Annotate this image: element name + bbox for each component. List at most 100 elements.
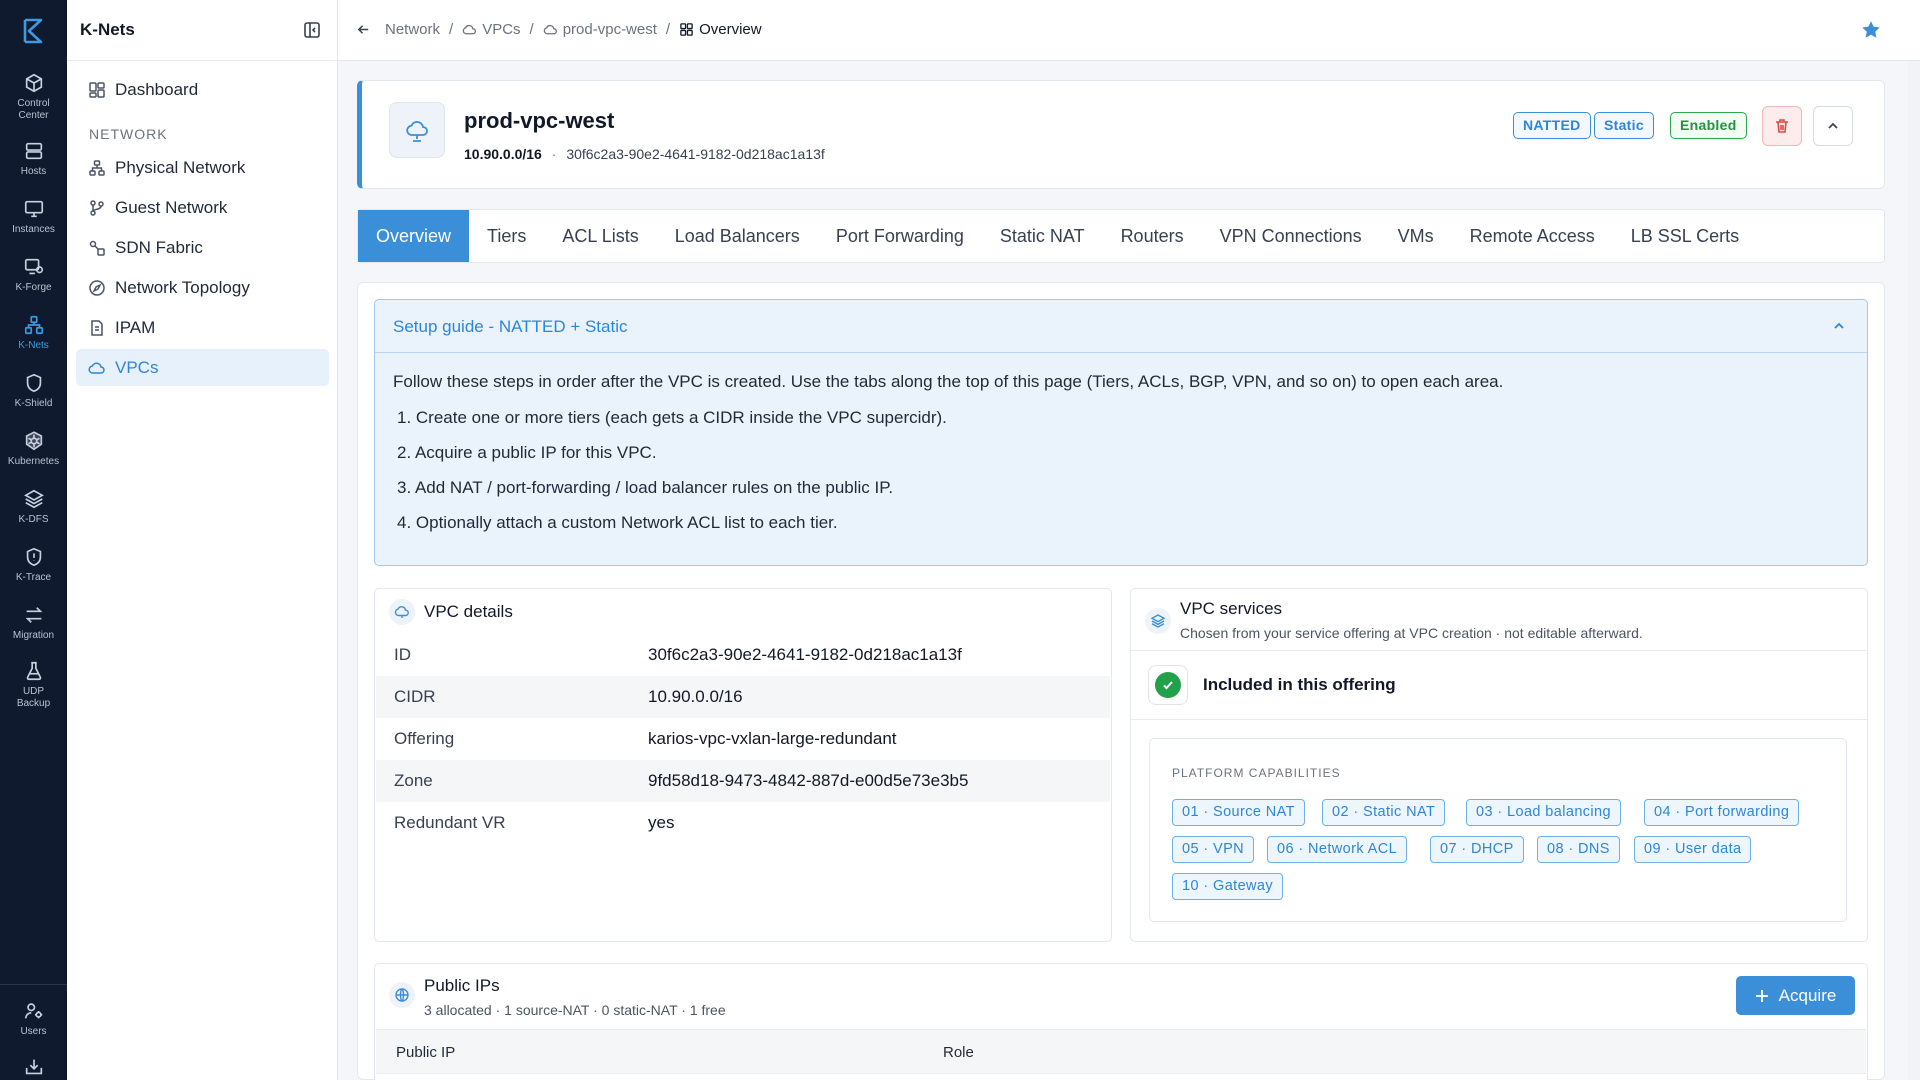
rail-item-k-trace[interactable]: K-Trace <box>0 546 67 584</box>
rail-label: Kubernetes <box>7 456 60 467</box>
top-bar: Network / VPCs / prod-vpc-west / Overvie… <box>338 0 1920 61</box>
breadcrumb-separator: / <box>665 21 671 38</box>
breadcrumb-separator: / <box>529 21 534 38</box>
setup-guide-intro: Follow these steps in order after the VP… <box>393 372 1504 391</box>
chevron-up-icon <box>1828 122 1838 129</box>
rail-item-hosts[interactable]: Hosts <box>0 140 67 178</box>
vpc-cidr: 10.90.0.0/16 <box>464 146 542 162</box>
trash-icon <box>1776 119 1788 133</box>
tab-tiers[interactable]: Tiers <box>469 210 544 262</box>
vpc-header-card: prod-vpc-west 10.90.0.0/16 · 30f6c2a3-90… <box>357 80 1885 189</box>
tab-lb-ssl-certs[interactable]: LB SSL Certs <box>1613 210 1757 262</box>
cloud-icon <box>462 24 477 35</box>
tab-port-forwarding[interactable]: Port Forwarding <box>818 210 982 262</box>
breadcrumb-vpcs[interactable]: VPCs <box>462 21 521 38</box>
detail-value: 30f6c2a3-90e2-4641-9182-0d218ac1a13f <box>648 645 962 664</box>
divider <box>1131 719 1867 720</box>
tab-vms[interactable]: VMs <box>1380 210 1452 262</box>
star-icon[interactable] <box>1860 19 1882 41</box>
vpc-services-title: VPC services <box>1180 599 1283 618</box>
capabilities-label: PLATFORM CAPABILITIES <box>1172 766 1341 780</box>
nav-item-guest-network[interactable]: Guest Network <box>76 189 329 226</box>
rail-label: Control Center <box>17 98 50 121</box>
setup-guide-header[interactable]: Setup guide - NATTED + Static <box>375 300 1867 353</box>
detail-row-redundant-vr: Redundant VR yes <box>376 802 1110 844</box>
download-tray-icon <box>25 1059 42 1075</box>
tab-static-nat[interactable]: Static NAT <box>982 210 1103 262</box>
meta-separator: · <box>551 146 557 162</box>
git-branch-icon <box>90 199 104 216</box>
rail-item-kubernetes[interactable]: Kubernetes <box>0 430 67 468</box>
capability-chip: 06 · Network ACL <box>1267 836 1408 863</box>
breadcrumb-network[interactable]: Network <box>385 21 440 38</box>
detail-value: yes <box>648 813 675 832</box>
vpc-details-card: VPC details ID 30f6c2a3-90e2-4641-9182-0… <box>374 588 1112 942</box>
tab-routers[interactable]: Routers <box>1103 210 1202 262</box>
nav-item-dashboard[interactable]: Dashboard <box>76 71 329 108</box>
nav-item-physical-network[interactable]: Physical Network <box>76 149 329 186</box>
detail-value: 9fd58d18-9473-4842-887d-e00d5e73e3b5 <box>648 771 969 790</box>
nav-item-label: VPCs <box>115 357 159 377</box>
badge-enabled: Enabled <box>1670 112 1747 139</box>
setup-guide-step: 1. Create one or more tiers (each gets a… <box>397 408 947 427</box>
breadcrumb-vpc[interactable]: prod-vpc-west <box>543 21 657 38</box>
rail-item-instances[interactable]: Instances <box>0 198 67 236</box>
detail-value: karios-vpc-vxlan-large-redundant <box>648 729 897 748</box>
tab-load-balancers[interactable]: Load Balancers <box>657 210 818 262</box>
breadcrumb: Network / VPCs / prod-vpc-west / Overvie… <box>356 21 762 38</box>
tab-remote-access[interactable]: Remote Access <box>1452 210 1613 262</box>
rail-item-k-dfs[interactable]: K-DFS <box>0 488 67 526</box>
tab-vpn-connections[interactable]: VPN Connections <box>1202 210 1380 262</box>
rail-item-users[interactable]: Users <box>0 1000 67 1038</box>
column-header-role[interactable]: Role <box>943 1044 974 1061</box>
vpc-id: 30f6c2a3-90e2-4641-9182-0d218ac1a13f <box>566 146 825 162</box>
badge-natted: NATTED <box>1513 112 1591 139</box>
rail-item-k-nets[interactable]: K-Nets <box>0 314 67 352</box>
setup-guide: Setup guide - NATTED + Static Follow the… <box>374 299 1868 566</box>
nav-item-label: Dashboard <box>115 79 199 99</box>
breadcrumb-vpc-label: prod-vpc-west <box>562 21 657 38</box>
back-arrow-icon[interactable] <box>356 22 371 37</box>
nav-item-sdn-fabric[interactable]: SDN Fabric <box>76 229 329 266</box>
acquire-button[interactable]: Acquire <box>1736 976 1855 1015</box>
rail-item-migration[interactable]: Migration <box>0 604 67 642</box>
globe-icon <box>395 988 409 1002</box>
rail-item-control-center[interactable]: Control Center <box>0 72 67 122</box>
breadcrumb-vpcs-label: VPCs <box>482 21 521 38</box>
nav-item-ipam[interactable]: IPAM <box>76 309 329 346</box>
rail-item-download[interactable] <box>0 1056 67 1080</box>
page-scrollbar[interactable] <box>1908 61 1920 1080</box>
breadcrumb-current-label: Overview <box>699 21 762 38</box>
rail-item-k-shield[interactable]: K-Shield <box>0 372 67 410</box>
app-rail: Control Center Hosts Instances K-Forge K-… <box>0 0 67 1080</box>
capability-chip: 01 · Source NAT <box>1172 799 1305 826</box>
trace-shield-icon <box>26 547 41 567</box>
rail-item-udp-backup[interactable]: UDP Backup <box>0 660 67 710</box>
rail-label: K-Trace <box>15 572 52 583</box>
nav-item-vpcs[interactable]: VPCs <box>76 349 329 386</box>
capability-chip: 05 · VPN <box>1172 836 1255 863</box>
tab-bar: Overview Tiers ACL Lists Load Balancers … <box>357 209 1885 263</box>
acquire-label: Acquire <box>1778 985 1837 1005</box>
layers-icon <box>1150 614 1166 628</box>
server-icon <box>25 142 42 160</box>
setup-guide-title: Setup guide - NATTED + Static <box>393 317 628 336</box>
rail-item-k-forge[interactable]: K-Forge <box>0 256 67 294</box>
column-header-public-ip[interactable]: Public IP <box>396 1044 455 1061</box>
detail-row-zone: Zone 9fd58d18-9473-4842-887d-e00d5e73e3b… <box>376 760 1110 802</box>
public-ips-header-icon <box>389 982 415 1008</box>
tab-overview[interactable]: Overview <box>358 210 470 262</box>
rail-label: K-Nets <box>18 340 49 351</box>
setup-guide-body: Follow these steps in order after the VP… <box>375 353 1867 533</box>
tab-acl-lists[interactable]: ACL Lists <box>544 210 656 262</box>
collapse-header-button[interactable] <box>1813 106 1853 146</box>
setup-guide-step: 2. Acquire a public IP for this VPC. <box>397 443 657 462</box>
users-icon <box>24 1003 42 1019</box>
delete-button[interactable] <box>1762 106 1802 146</box>
chevron-up-icon[interactable] <box>1831 318 1847 334</box>
nav-item-network-topology[interactable]: Network Topology <box>76 269 329 306</box>
app-logo-icon[interactable] <box>19 16 47 46</box>
nav-item-label: Network Topology <box>115 277 250 297</box>
sidenav-title: K-Nets <box>80 20 135 39</box>
collapse-sidebar-icon[interactable] <box>303 21 321 39</box>
